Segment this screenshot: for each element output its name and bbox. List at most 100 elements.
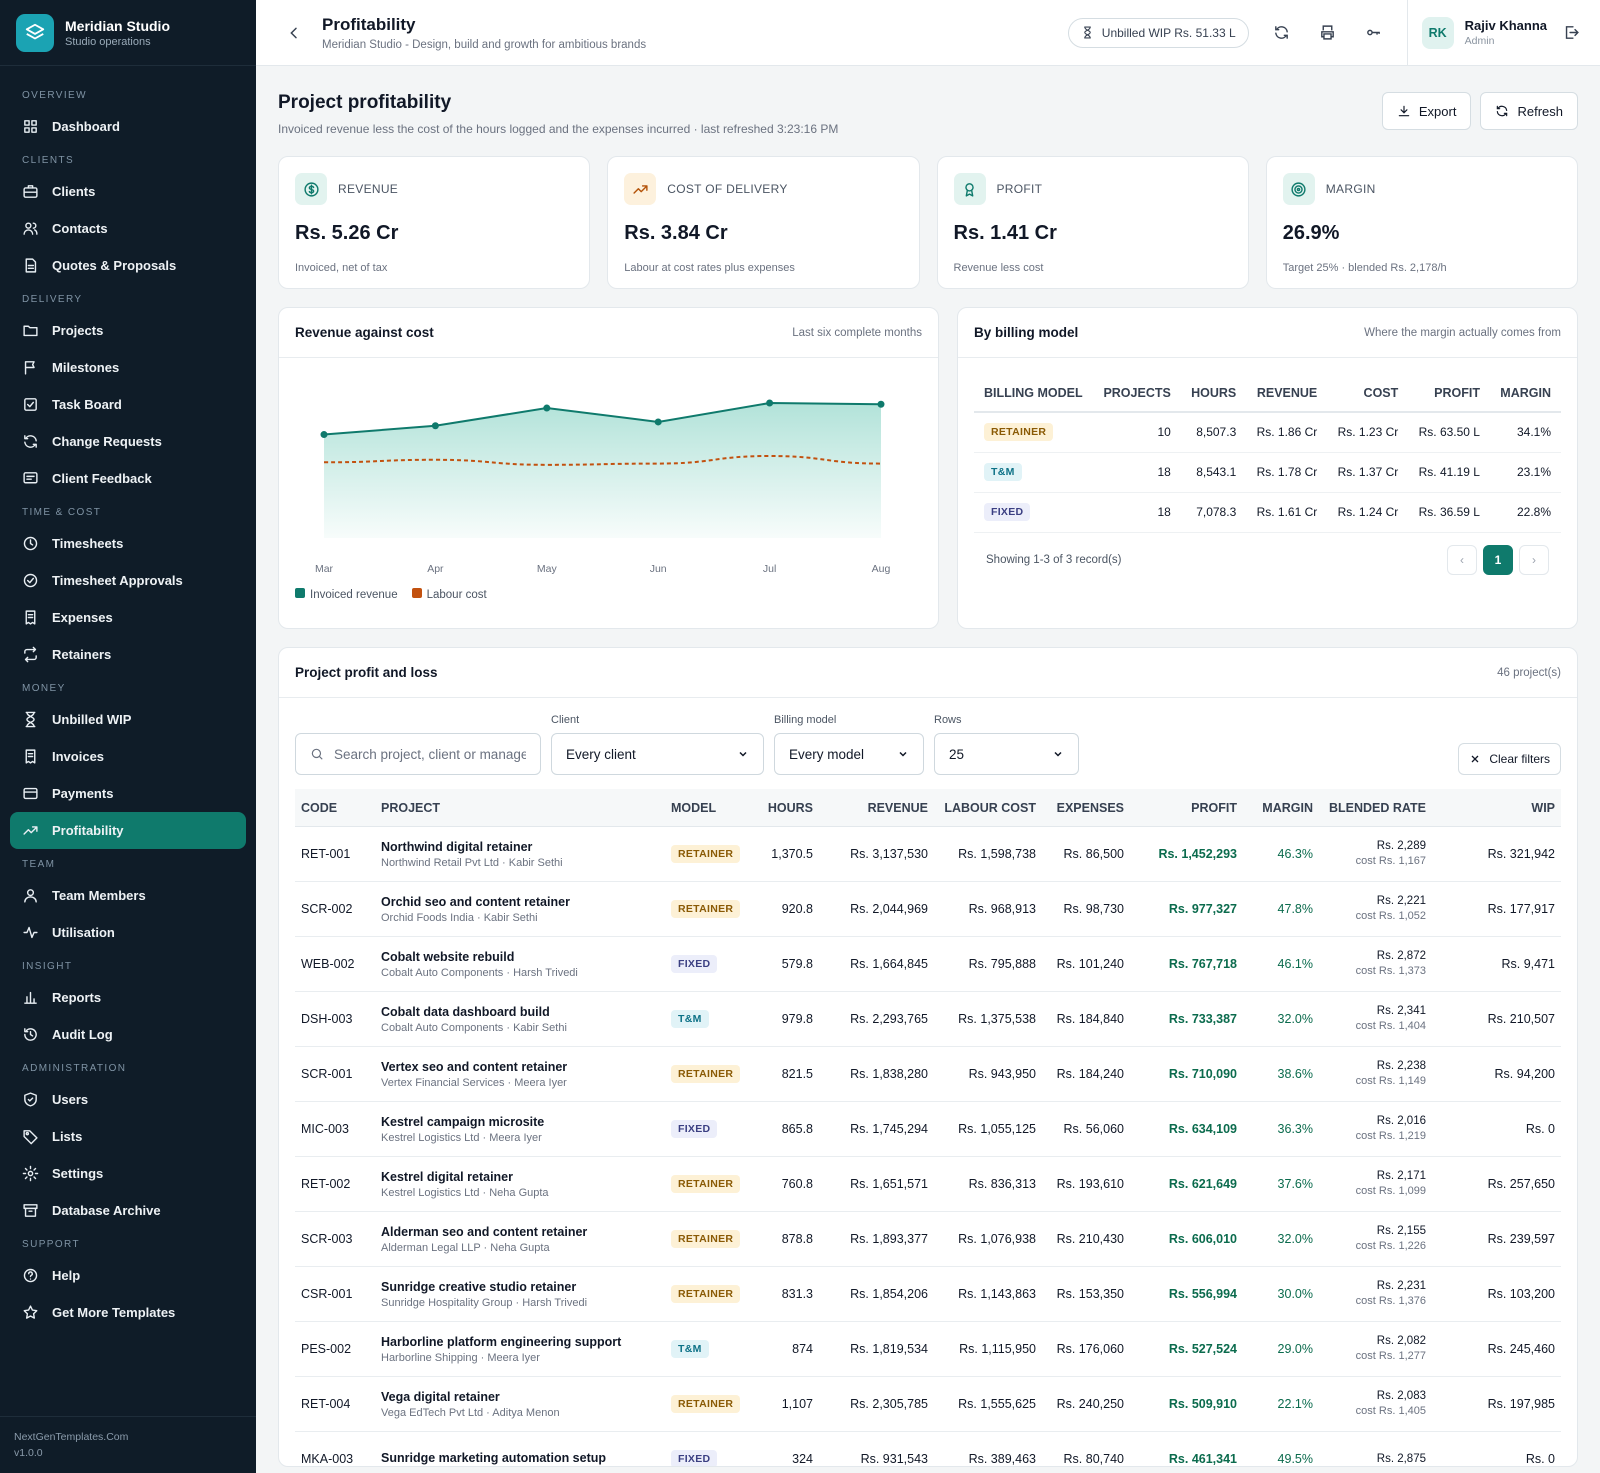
page-title: Profitability — [322, 14, 416, 34]
sidebar-item-client-feedback[interactable]: Client Feedback — [0, 460, 256, 497]
project-name[interactable]: Vega digital retainer — [381, 1390, 560, 1404]
project-code: RET-001 — [301, 847, 351, 861]
project-name[interactable]: Vertex seo and content retainer — [381, 1060, 567, 1074]
table-cell: 47.8% — [1243, 882, 1319, 937]
brand[interactable]: Meridian Studio Studio operations — [0, 0, 256, 66]
unbilled-wip-pill[interactable]: Unbilled WIP Rs. 51.33 L — [1067, 17, 1249, 48]
column-header[interactable]: HOURS — [747, 789, 819, 827]
sidebar-item-lists[interactable]: Lists — [0, 1118, 256, 1155]
print-button[interactable] — [1315, 20, 1341, 46]
table-row: RETAINER 10 8,507.3 Rs. 1.86 Cr Rs. 1.23 Cr R… — [974, 412, 1561, 453]
sidebar-item-label: Help — [52, 1268, 81, 1283]
project-name[interactable]: Cobalt website rebuild — [381, 950, 578, 964]
back-chevron-icon[interactable] — [286, 25, 306, 41]
column-header[interactable]: BILLING MODEL — [974, 374, 1094, 413]
column-header[interactable]: PROJECT — [375, 789, 665, 827]
cost-rate-value: cost Rs. 1,167 — [1355, 855, 1426, 867]
key-button[interactable] — [1361, 20, 1387, 46]
margin-value: 37.6% — [1277, 1177, 1313, 1191]
profit-value: Rs. 461,341 — [1168, 1452, 1237, 1466]
sidebar-item-users[interactable]: Users — [0, 1081, 256, 1118]
sidebar: Meridian Studio Studio operations OVERVI… — [0, 0, 256, 1473]
project-name[interactable]: Kestrel digital retainer — [381, 1170, 549, 1184]
sidebar-item-label: Profitability — [52, 823, 124, 838]
sidebar-item-quotes-and-proposals[interactable]: Quotes & Proposals — [0, 247, 256, 284]
column-header[interactable]: WIP — [1432, 789, 1561, 827]
sidebar-item-unbilled-wip[interactable]: Unbilled WIP — [0, 701, 256, 738]
sidebar-item-timesheets[interactable]: Timesheets — [0, 525, 256, 562]
sidebar-item-profitability[interactable]: Profitability — [10, 812, 246, 849]
sidebar-item-help[interactable]: Help — [0, 1257, 256, 1294]
sidebar-item-reports[interactable]: Reports — [0, 979, 256, 1016]
clear-filters-button[interactable]: Clear filters — [1458, 743, 1561, 775]
pager-page-button[interactable]: 1 — [1483, 544, 1513, 575]
client-select[interactable]: Every client — [551, 733, 764, 775]
column-header[interactable]: MARGIN — [1243, 789, 1319, 827]
user-name: Rajiv Khanna — [1464, 18, 1547, 33]
project-name[interactable]: Kestrel campaign microsite — [381, 1115, 544, 1129]
project-client-manager: Vega EdTech Pvt Ltd · Aditya Menon — [381, 1406, 560, 1419]
sidebar-item-dashboard[interactable]: Dashboard — [0, 108, 256, 145]
user-menu[interactable]: RK Rajiv Khanna Admin — [1406, 0, 1580, 66]
rows-select[interactable]: 25 — [934, 733, 1079, 775]
sidebar-item-invoices[interactable]: Invoices — [0, 738, 256, 775]
sidebar-item-projects[interactable]: Projects — [0, 312, 256, 349]
logout-icon[interactable] — [1563, 24, 1580, 41]
sidebar-item-retainers[interactable]: Retainers — [0, 636, 256, 673]
rows-select-value: 25 — [949, 746, 965, 762]
pager-prev-button[interactable]: ‹ — [1447, 544, 1477, 575]
sidebar-item-change-requests[interactable]: Change Requests — [0, 423, 256, 460]
column-header[interactable]: REVENUE — [819, 789, 934, 827]
sidebar-item-utilisation[interactable]: Utilisation — [0, 914, 256, 951]
column-header[interactable]: COST — [1327, 374, 1409, 413]
blended-rate-value: Rs. 2,083 — [1376, 1390, 1426, 1402]
project-name[interactable]: Sunridge creative studio retainer — [381, 1280, 587, 1294]
project-code: SCR-001 — [301, 1067, 353, 1081]
sync-button[interactable] — [1269, 20, 1295, 46]
sidebar-item-clients[interactable]: Clients — [0, 173, 256, 210]
sidebar-item-get-more-templates[interactable]: Get More Templates — [0, 1294, 256, 1331]
sidebar-item-payments[interactable]: Payments — [0, 775, 256, 812]
export-button[interactable]: Export — [1381, 92, 1472, 130]
column-header[interactable]: CODE — [295, 789, 375, 827]
search-input[interactable]: Search project, client or manager — [295, 733, 541, 775]
table-cell: 22.1% — [1243, 1377, 1319, 1432]
footer-site[interactable]: NextGenTemplates.Com — [14, 1429, 242, 1445]
sidebar-item-label: Projects — [52, 323, 104, 338]
pager-next-button[interactable]: › — [1519, 544, 1549, 575]
column-header[interactable]: EXPENSES — [1042, 789, 1130, 827]
legend-swatch — [295, 588, 305, 598]
model-select[interactable]: Every model — [774, 733, 924, 775]
sidebar-item-task-board[interactable]: Task Board — [0, 386, 256, 423]
column-header[interactable]: HOURS — [1180, 374, 1247, 413]
project-name[interactable]: Alderman seo and content retainer — [381, 1225, 587, 1239]
project-name[interactable]: Harborline platform engineering support — [381, 1335, 621, 1349]
column-header[interactable]: PROFIT — [1408, 374, 1490, 413]
column-header[interactable]: LABOUR COST — [934, 789, 1042, 827]
project-name[interactable]: Northwind digital retainer — [381, 840, 563, 854]
sidebar-item-settings[interactable]: Settings — [0, 1155, 256, 1192]
sidebar-item-expenses[interactable]: Expenses — [0, 599, 256, 636]
project-name[interactable]: Cobalt data dashboard build — [381, 1005, 567, 1019]
model-select-value: Every model — [789, 746, 865, 762]
refresh-button[interactable]: Refresh — [1480, 92, 1578, 130]
sidebar-item-milestones[interactable]: Milestones — [0, 349, 256, 386]
project-client-manager: Orchid Foods India · Kabir Sethi — [381, 911, 538, 924]
column-header[interactable]: MODEL — [665, 789, 747, 827]
sidebar-item-database-archive[interactable]: Database Archive — [0, 1192, 256, 1229]
project-name[interactable]: Orchid seo and content retainer — [381, 895, 570, 909]
project-name[interactable]: Sunridge marketing automation setup — [381, 1451, 606, 1465]
table-cell: Rs. 176,060 — [1042, 1322, 1130, 1377]
hours-value: 979.8 — [781, 1012, 813, 1026]
column-header[interactable]: PROJECTS — [1093, 374, 1181, 413]
column-header[interactable]: PROFIT — [1130, 789, 1243, 827]
sidebar-item-audit-log[interactable]: Audit Log — [0, 1016, 256, 1053]
column-header[interactable]: REVENUE — [1246, 374, 1328, 413]
column-header[interactable]: BLENDED RATE — [1319, 789, 1432, 827]
sidebar-item-timesheet-approvals[interactable]: Timesheet Approvals — [0, 562, 256, 599]
column-header[interactable]: MARGIN — [1489, 374, 1561, 413]
sidebar-item-contacts[interactable]: Contacts — [0, 210, 256, 247]
sidebar-item-team-members[interactable]: Team Members — [0, 877, 256, 914]
profit-value: Rs. 710,090 — [1168, 1067, 1237, 1081]
sidebar-item-label: Utilisation — [52, 925, 115, 940]
